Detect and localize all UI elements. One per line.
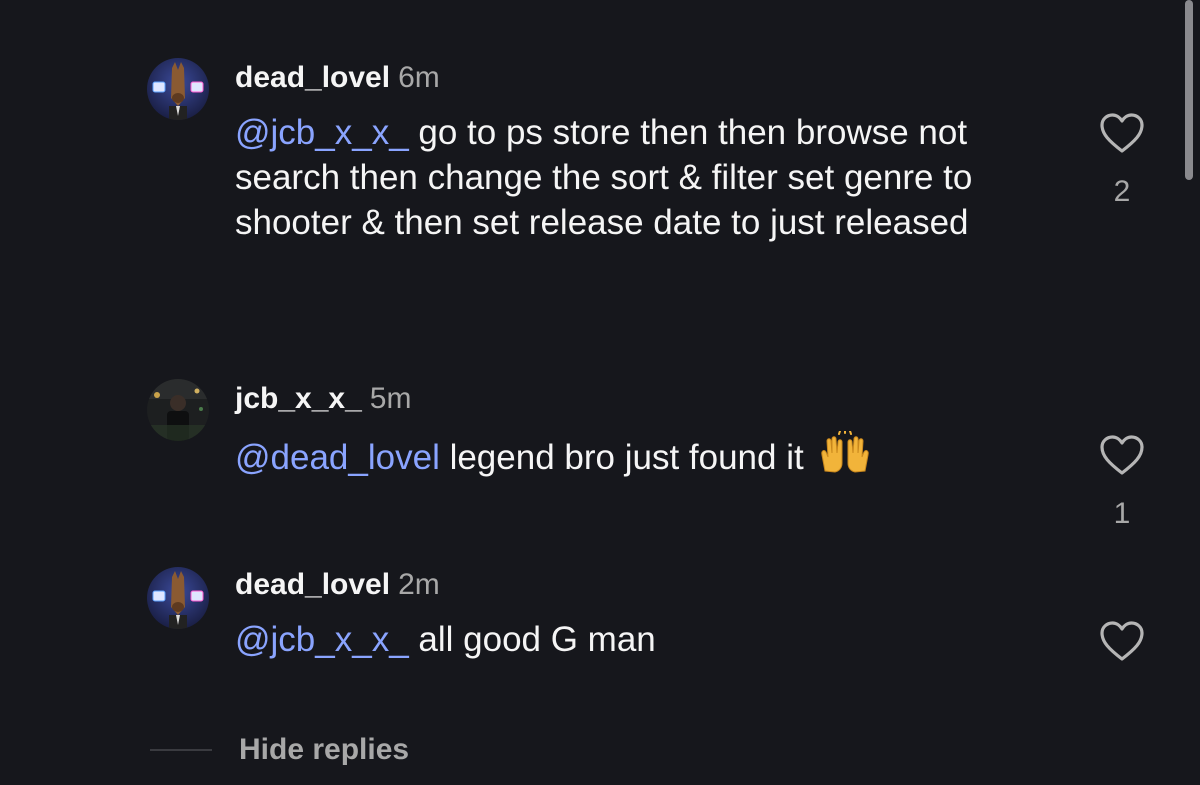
username[interactable]: jcb_x_x_ [235, 382, 362, 415]
like-control: 2 [1097, 112, 1147, 210]
timestamp: 6m [398, 61, 440, 94]
avatar-jcb-x-x[interactable] [147, 379, 209, 441]
comment-meta: dead_lovel 6m [235, 60, 440, 96]
comment-text: @jcb_x_x_ go to ps store then then brows… [235, 110, 1055, 245]
heart-icon[interactable] [1097, 434, 1147, 476]
avatar-dead-lovel[interactable] [147, 567, 209, 629]
like-count: 1 [1113, 497, 1131, 530]
avatar-dead-lovel[interactable] [147, 58, 209, 120]
comment-meta: dead_lovel 2m [235, 567, 440, 603]
comment-body: legend bro just found it [439, 438, 804, 477]
comment-text: @dead_lovel legend bro just found it [235, 429, 1055, 486]
hide-replies-row[interactable]: Hide replies [150, 730, 409, 770]
comment-body: all good G man [408, 620, 656, 659]
heart-icon[interactable] [1097, 620, 1147, 662]
heart-icon[interactable] [1097, 112, 1147, 154]
timestamp: 5m [369, 382, 412, 415]
timestamp: 2m [398, 568, 440, 601]
comment-text: @jcb_x_x_ all good G man [235, 617, 1055, 662]
username[interactable]: dead_lovel [235, 568, 390, 601]
like-control [1097, 620, 1147, 662]
username[interactable]: dead_lovel [235, 61, 390, 94]
comment-thread: dead_lovel 6m @jcb_x_x_ go to ps store th… [0, 0, 1200, 785]
hide-replies-button[interactable]: Hide replies [239, 733, 409, 767]
mention-link[interactable]: @dead_lovel [235, 438, 440, 477]
mention-link[interactable]: @jcb_x_x_ [235, 113, 409, 152]
like-control: 1 [1097, 434, 1147, 532]
divider-line [150, 749, 212, 751]
raising-hands-emoji [819, 429, 871, 486]
like-count: 2 [1113, 175, 1131, 208]
scrollbar[interactable] [1185, 0, 1193, 180]
mention-link[interactable]: @jcb_x_x_ [235, 620, 409, 659]
comment-meta: jcb_x_x_ 5m [235, 381, 411, 417]
